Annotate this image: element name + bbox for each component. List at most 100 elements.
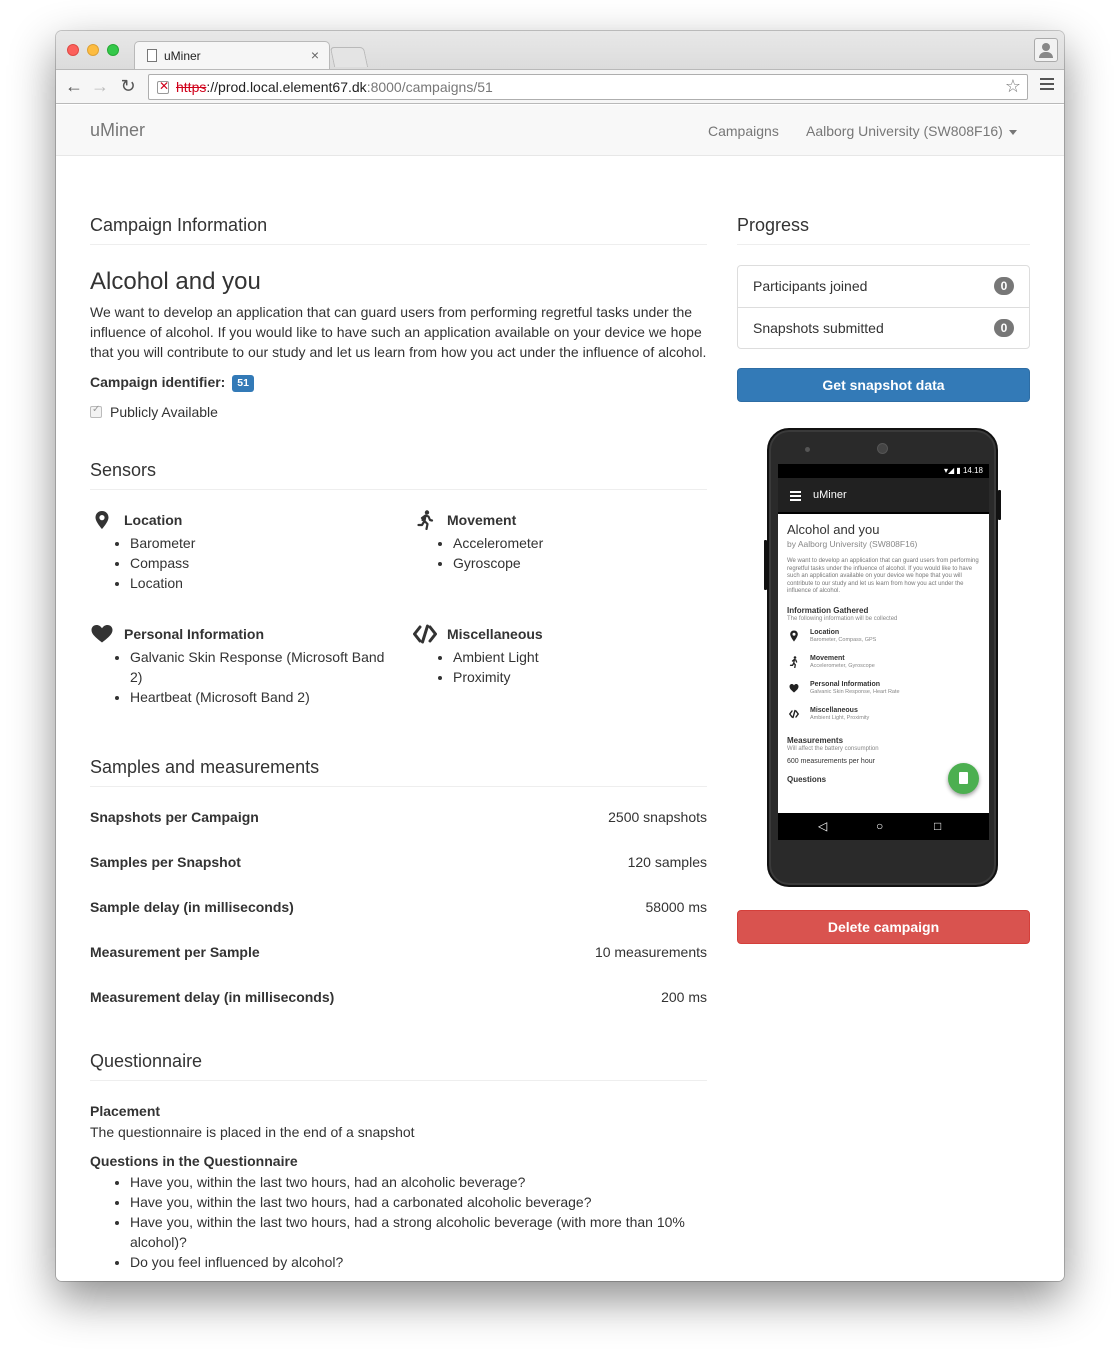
- question-item: Have you, within the last two hours, had…: [130, 1192, 707, 1212]
- campaign-description: We want to develop an application that c…: [90, 304, 707, 360]
- sensor-item: Ambient Light: [453, 647, 707, 667]
- phone-measurements-subheading: Will affect the battery consumption: [787, 745, 879, 752]
- progress-item-participants: Participants joined 0: [738, 266, 1029, 307]
- org-dropdown[interactable]: Aalborg University (SW808F16): [806, 123, 1017, 139]
- question-item: Have you, within the last two hours, had…: [130, 1212, 707, 1252]
- sensor-group-location: Location Barometer Compass Location: [90, 510, 390, 593]
- samples-row-label: Snapshots per Campaign: [90, 809, 259, 825]
- phone-app-title: uMiner: [813, 489, 847, 501]
- sensors-heading: Sensors: [90, 460, 157, 480]
- url-text[interactable]: https://prod.local.element67.dk:8000/cam…: [176, 79, 493, 95]
- questions-label: Questions in the Questionnaire: [90, 1153, 298, 1169]
- map-pin-icon: [790, 630, 798, 641]
- progress-heading: Progress: [737, 215, 810, 235]
- phone-measurements-heading: Measurements: [787, 735, 844, 745]
- samples-row-label: Sample delay (in milliseconds): [90, 899, 294, 915]
- progress-item-label: Snapshots submitted: [753, 320, 884, 336]
- forward-arrow-icon[interactable]: →: [89, 75, 111, 97]
- phone-campaign-title: Alcohol and you: [787, 522, 880, 537]
- sensor-item: Galvanic Skin Response (Microsoft Band 2…: [130, 647, 390, 687]
- new-tab-button[interactable]: [329, 47, 369, 67]
- questions-list: Have you, within the last two hours, had…: [90, 1172, 707, 1272]
- code-icon: [413, 624, 437, 644]
- address-bar[interactable]: https://prod.local.element67.dk:8000/cam…: [148, 74, 1028, 100]
- samples-row: Measurement per Sample 10 measurements: [90, 944, 707, 964]
- tab-title: uMiner: [164, 49, 201, 63]
- phone-camera: [877, 443, 888, 454]
- progress-item-label: Participants joined: [753, 278, 868, 294]
- phone-nav-bar: ◁ ○ □: [778, 813, 989, 840]
- sensor-group-title: Miscellaneous: [447, 626, 543, 642]
- tab-close-button[interactable]: ×: [311, 47, 319, 63]
- phone-campaign-card: Alcohol and you by Aalborg University (S…: [778, 514, 989, 813]
- running-person-icon: [417, 510, 434, 530]
- sensor-group-title: Personal Information: [124, 626, 265, 642]
- home-circle-icon: ○: [876, 819, 884, 833]
- insecure-lock-icon[interactable]: [157, 79, 169, 94]
- count-badge: 0: [994, 319, 1014, 337]
- bookmark-star-icon[interactable]: ☆: [1005, 76, 1021, 97]
- running-person-icon: [789, 655, 798, 668]
- divider: [90, 489, 707, 490]
- samples-row-value: 200 ms: [661, 989, 707, 1005]
- map-pin-icon: [95, 511, 109, 529]
- question-item: Do you feel influenced by alcohol?: [130, 1252, 707, 1272]
- sensor-group-title: Movement: [447, 512, 517, 528]
- window-close-button[interactable]: [67, 44, 79, 56]
- page-content: uMiner Campaigns Aalborg University (SW8…: [56, 105, 1064, 1281]
- brand-link[interactable]: uMiner: [90, 120, 145, 141]
- browser-menu-icon[interactable]: [1040, 78, 1054, 93]
- phone-sensor-dot: [805, 447, 810, 452]
- browser-tab[interactable]: uMiner ×: [134, 41, 330, 69]
- divider: [90, 786, 707, 787]
- document-icon: [147, 49, 157, 62]
- tab-strip: uMiner ×: [56, 31, 1064, 69]
- back-arrow-icon[interactable]: ←: [63, 75, 85, 97]
- public-checkbox[interactable]: [90, 404, 102, 418]
- samples-row: Sample delay (in milliseconds) 58000 ms: [90, 899, 707, 919]
- phone-measurements-value: 600 measurements per hour: [787, 757, 875, 765]
- campaign-title: Alcohol and you: [90, 268, 261, 295]
- placement-text: The questionnaire is placed in the end o…: [90, 1124, 415, 1140]
- phone-info-item: Personal Information Galvanic Skin Respo…: [787, 681, 980, 700]
- phone-status-bar: ▾◢ ▮ 14.18: [778, 464, 989, 478]
- code-icon: [789, 709, 799, 718]
- sensor-item: Heartbeat (Microsoft Band 2): [130, 687, 390, 707]
- sensor-group-title: Location: [124, 512, 183, 528]
- profile-icon[interactable]: [1034, 38, 1058, 62]
- sensor-group-personal-information: Personal Information Galvanic Skin Respo…: [90, 624, 390, 707]
- samples-row: Snapshots per Campaign 2500 snapshots: [90, 809, 707, 829]
- browser-window: uMiner × ← → ↻ https://prod.local.elemen…: [56, 31, 1064, 1281]
- divider: [90, 1080, 707, 1081]
- sensor-item: Location: [130, 573, 390, 593]
- top-navbar: uMiner Campaigns Aalborg University (SW8…: [56, 105, 1064, 156]
- questionnaire-heading: Questionnaire: [90, 1051, 203, 1071]
- sensor-group-movement: Movement Accelerometer Gyroscope: [413, 510, 707, 573]
- hamburger-menu-icon: [790, 491, 801, 503]
- sensor-group-miscellaneous: Miscellaneous Ambient Light Proximity: [413, 624, 707, 687]
- samples-row-label: Measurement delay (in milliseconds): [90, 989, 335, 1005]
- sensor-item: Accelerometer: [453, 533, 707, 553]
- samples-row-value: 10 measurements: [594, 944, 707, 960]
- sensor-item: Barometer: [130, 533, 390, 553]
- window-minimize-button[interactable]: [87, 44, 99, 56]
- identifier-badge: 51: [232, 375, 254, 392]
- nav-campaigns-link[interactable]: Campaigns: [708, 123, 779, 139]
- window-maximize-button[interactable]: [107, 44, 119, 56]
- public-checkbox-row: Publicly Available: [90, 404, 218, 420]
- phone-info-item: Location Barometer, Compass, GPS: [787, 629, 980, 648]
- reload-icon[interactable]: ↻: [117, 75, 139, 97]
- samples-row-label: Measurement per Sample: [90, 944, 260, 960]
- heart-icon: [91, 625, 113, 643]
- samples-row-label: Samples per Snapshot: [90, 854, 241, 870]
- sensor-item: Proximity: [453, 667, 707, 687]
- samples-row: Samples per Snapshot 120 samples: [90, 854, 707, 874]
- count-badge: 0: [994, 277, 1014, 295]
- placement-label: Placement: [90, 1103, 161, 1119]
- progress-list: Participants joined 0 Snapshots submitte…: [737, 265, 1030, 349]
- get-snapshot-data-button[interactable]: Get snapshot data: [737, 368, 1030, 402]
- recents-square-icon: □: [934, 819, 942, 833]
- delete-campaign-button[interactable]: Delete campaign: [737, 910, 1030, 944]
- phone-info-item: Miscellaneous Ambient Light, Proximity: [787, 707, 980, 726]
- browser-toolbar: ← → ↻ https://prod.local.element67.dk:80…: [56, 69, 1064, 104]
